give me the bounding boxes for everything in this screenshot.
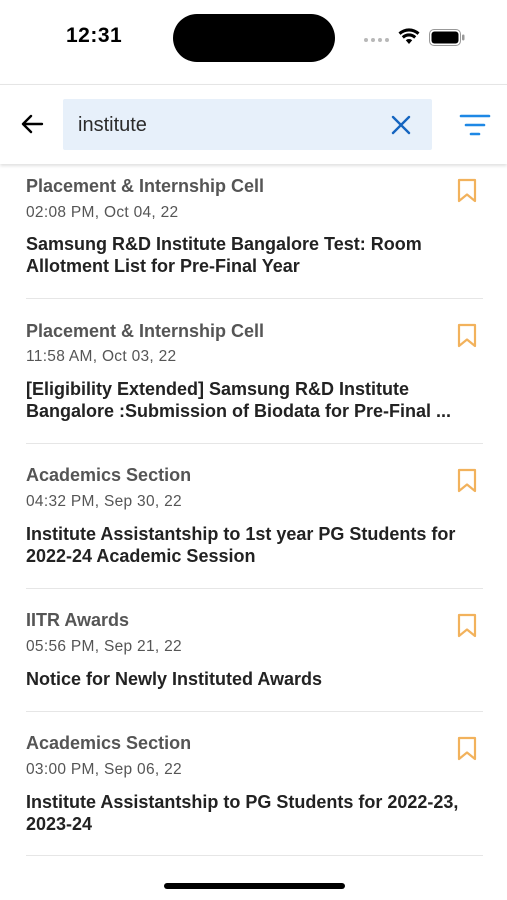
notice-source: Academics Section xyxy=(26,465,192,485)
bookmark-icon[interactable] xyxy=(456,613,478,639)
notice-date: 03:00 PM, Sep 06, 22 xyxy=(26,761,182,778)
notice-title: Notice for Newly Instituted Awards xyxy=(26,669,323,689)
notice-source: IITR Awards xyxy=(26,610,130,630)
wifi-icon xyxy=(398,28,420,44)
bookmark-icon[interactable] xyxy=(456,178,478,204)
battery-icon xyxy=(429,29,465,46)
notice-list: Placement & Internship Cell 02:08 PM, Oc… xyxy=(0,164,507,856)
search-box[interactable] xyxy=(63,99,432,150)
filter-icon[interactable] xyxy=(459,113,491,137)
notice-date: 04:32 PM, Sep 30, 22 xyxy=(26,493,182,510)
search-input[interactable] xyxy=(78,112,378,138)
notice-date: 05:56 PM, Sep 21, 22 xyxy=(26,638,182,655)
notice-title: Samsung R&D Institute Bangalore Test: Ro… xyxy=(26,234,422,276)
notice-title: Institute Assistantship to 1st year PG S… xyxy=(26,524,456,566)
notice-item[interactable]: Placement & Internship Cell 02:08 PM, Oc… xyxy=(26,164,483,299)
notice-source: Placement & Internship Cell xyxy=(26,176,265,196)
home-indicator[interactable] xyxy=(164,883,345,889)
status-bar: 12:31 xyxy=(0,0,507,84)
notice-title: [Eligibility Extended] Samsung R&D Insti… xyxy=(26,379,452,421)
arrow-left-icon[interactable] xyxy=(18,109,48,139)
cellular-signal-icon xyxy=(364,38,389,42)
status-time: 12:31 xyxy=(66,24,123,47)
bookmark-icon[interactable] xyxy=(456,736,478,762)
notice-item[interactable]: Academics Section 04:32 PM, Sep 30, 22 I… xyxy=(26,444,483,589)
dynamic-island xyxy=(173,14,335,62)
notice-item[interactable]: Academics Section 03:00 PM, Sep 06, 22 I… xyxy=(26,712,483,856)
notice-date: 02:08 PM, Oct 04, 22 xyxy=(26,204,179,221)
notice-source: Academics Section xyxy=(26,733,192,753)
bookmark-icon[interactable] xyxy=(456,468,478,494)
bookmark-icon[interactable] xyxy=(456,323,478,349)
notice-item[interactable]: Placement & Internship Cell 11:58 AM, Oc… xyxy=(26,299,483,444)
notice-source: Placement & Internship Cell xyxy=(26,321,265,341)
close-icon[interactable] xyxy=(388,112,414,138)
search-header xyxy=(0,84,507,164)
notice-date: 11:58 AM, Oct 03, 22 xyxy=(26,348,177,365)
notice-title: Institute Assistantship to PG Students f… xyxy=(26,792,459,834)
notice-item[interactable]: IITR Awards 05:56 PM, Sep 21, 22 Notice … xyxy=(26,589,483,712)
